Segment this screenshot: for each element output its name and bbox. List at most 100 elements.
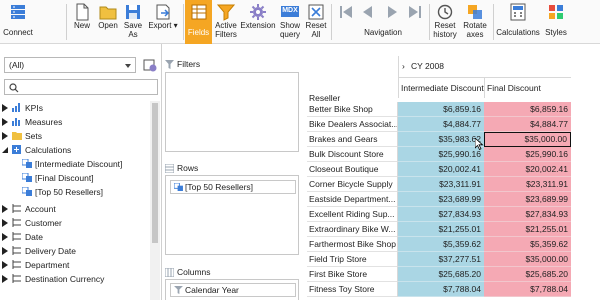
expand-arrow-icon[interactable]: › [402, 60, 405, 72]
collapse-icon[interactable] [2, 146, 8, 154]
reset-history-button[interactable]: Reset history [430, 0, 460, 44]
tree-node-final-discount[interactable]: [Final Discount] [22, 171, 94, 185]
final-discount-cell[interactable]: $6,859.16 [484, 102, 571, 117]
intermediate-discount-cell[interactable]: $35,983.62 [398, 132, 484, 147]
final-discount-cell[interactable]: $35,000.00 [484, 252, 571, 267]
expand-icon[interactable] [2, 219, 8, 227]
measure-group-combo[interactable]: (All) [4, 57, 136, 73]
intermediate-discount-cell[interactable]: $25,685.20 [398, 267, 484, 282]
row-label[interactable]: Bulk Discount Store [307, 147, 398, 162]
final-discount-cell[interactable]: $25,990.16 [484, 147, 571, 162]
expand-icon[interactable] [2, 104, 8, 112]
reset-all-button[interactable]: Reset All [305, 0, 327, 44]
tree-node-calculations[interactable]: Calculations [2, 143, 71, 157]
export-button[interactable]: Export ▾ [145, 0, 181, 44]
year-header-label: CY 2008 [411, 61, 444, 71]
intermediate-discount-cell[interactable]: $5,359.62 [398, 237, 484, 252]
year-header-cell[interactable]: › CY 2008 [398, 56, 571, 78]
open-button[interactable]: Open [95, 0, 121, 44]
tree-scrollbar[interactable] [150, 101, 160, 300]
expand-icon[interactable] [2, 275, 8, 283]
row-label[interactable]: Field Trip Store [307, 252, 398, 267]
intermediate-discount-cell[interactable]: $21,255.01 [398, 222, 484, 237]
final-discount-header[interactable]: Final Discount [487, 82, 541, 94]
save-as-button[interactable]: Save As [122, 0, 144, 44]
search-input[interactable] [4, 79, 158, 95]
tree-node-measures[interactable]: Measures [2, 115, 62, 129]
row-label[interactable]: Brakes and Gears [307, 132, 398, 147]
row-label[interactable]: Excellent Riding Sup... [307, 207, 398, 222]
tree-node-destination-currency[interactable]: Destination Currency [2, 272, 104, 286]
final-discount-cell[interactable]: $21,255.01 [484, 222, 571, 237]
row-label[interactable]: Fitness Toy Store [307, 282, 398, 297]
tree-node-date[interactable]: Date [2, 230, 43, 244]
tree-node-label: Calculations [25, 145, 72, 155]
tree-node-account[interactable]: Account [2, 202, 56, 216]
expand-icon[interactable] [2, 233, 8, 241]
rows-icon [164, 163, 175, 174]
columns-drop-zone[interactable]: Calendar Year [165, 279, 299, 300]
final-discount-cell[interactable]: $25,685.20 [484, 267, 571, 282]
filters-drop-zone[interactable] [165, 72, 299, 152]
tree-node-department[interactable]: Department [2, 258, 69, 272]
final-discount-cell[interactable]: $4,884.77 [484, 117, 571, 132]
expand-icon[interactable] [2, 247, 8, 255]
scrollbar-thumb[interactable] [152, 103, 158, 243]
tree-node-customer[interactable]: Customer [2, 216, 62, 230]
row-label[interactable]: Closeout Boutique [307, 162, 398, 177]
tree-node-label: Delivery Date [25, 246, 77, 256]
tree-node-kpis[interactable]: KPIs [2, 101, 43, 115]
table-row: Bulk Discount Store $25,990.16 $25,990.16 [305, 147, 571, 162]
intermediate-discount-cell[interactable]: $23,689.99 [398, 192, 484, 207]
intermediate-discount-cell[interactable]: $6,859.16 [398, 102, 484, 117]
expand-icon[interactable] [2, 261, 8, 269]
expand-icon[interactable] [2, 205, 8, 213]
rows-chip[interactable]: [Top 50 Resellers] [170, 180, 296, 194]
new-button[interactable]: New [70, 0, 94, 44]
columns-chip[interactable]: Calendar Year [170, 283, 296, 297]
final-discount-cell[interactable]: $20,002.41 [484, 162, 571, 177]
intermediate-discount-cell[interactable]: $7,788.04 [398, 282, 484, 297]
back-button[interactable] [358, 0, 378, 44]
extension-button[interactable]: Extension [240, 0, 276, 44]
intermediate-discount-cell[interactable]: $25,990.16 [398, 147, 484, 162]
row-label[interactable]: Bike Dealers Associat... [307, 117, 398, 132]
tree-node-sets[interactable]: Sets [2, 129, 42, 143]
row-label[interactable]: Farthermost Bike Shop [307, 237, 398, 252]
final-discount-cell[interactable]: $27,834.93 [484, 207, 571, 222]
final-discount-cell[interactable]: $7,788.04 [484, 282, 571, 297]
intermediate-discount-cell[interactable]: $23,311.91 [398, 177, 484, 192]
row-label[interactable]: Eastside Department... [307, 192, 398, 207]
intermediate-discount-header[interactable]: Intermediate Discount [401, 82, 484, 94]
final-discount-cell[interactable]: $23,689.99 [484, 192, 571, 207]
first-button[interactable] [336, 0, 356, 44]
rows-drop-zone[interactable]: [Top 50 Resellers] [165, 175, 299, 255]
last-button[interactable] [405, 0, 425, 44]
intermediate-discount-cell[interactable]: $37,277.51 [398, 252, 484, 267]
final-discount-cell[interactable]: $5,359.62 [484, 237, 571, 252]
tree-node-top-50-resellers[interactable]: [Top 50 Resellers] [22, 185, 103, 199]
connect-button[interactable]: Connect [0, 0, 36, 44]
intermediate-discount-cell[interactable]: $20,002.41 [398, 162, 484, 177]
styles-button[interactable]: Styles [543, 0, 569, 44]
expand-icon[interactable] [2, 118, 8, 126]
intermediate-discount-cell[interactable]: $4,884.77 [398, 117, 484, 132]
row-label[interactable]: Extraordinary Bike W... [307, 222, 398, 237]
final-discount-cell[interactable]: $23,311.91 [484, 177, 571, 192]
intermediate-discount-cell[interactable]: $27,834.93 [398, 207, 484, 222]
field-list-settings-icon[interactable] [142, 57, 158, 73]
tree-node-delivery-date[interactable]: Delivery Date [2, 244, 76, 258]
expand-icon[interactable] [2, 132, 8, 140]
show-query-button[interactable]: MDX Show query [277, 0, 303, 44]
fields-button[interactable]: Fields [185, 0, 212, 44]
row-label[interactable]: First Bike Store [307, 267, 398, 282]
row-label[interactable]: Corner Bicycle Supply [307, 177, 398, 192]
row-label[interactable]: Better Bike Shop [307, 102, 398, 117]
field-list-panel: (All) KPIs Measures Sets Calculations [I… [0, 44, 162, 300]
active-filters-button[interactable]: Active Filters [213, 0, 239, 44]
rotate-axes-button[interactable]: Rotate axes [461, 0, 489, 44]
forward-button[interactable] [382, 0, 402, 44]
calculations-button[interactable]: Calculations [494, 0, 542, 44]
final-discount-cell-selected[interactable]: $35,000.00 [484, 132, 571, 147]
tree-node-intermediate-discount[interactable]: [Intermediate Discount] [22, 157, 122, 171]
